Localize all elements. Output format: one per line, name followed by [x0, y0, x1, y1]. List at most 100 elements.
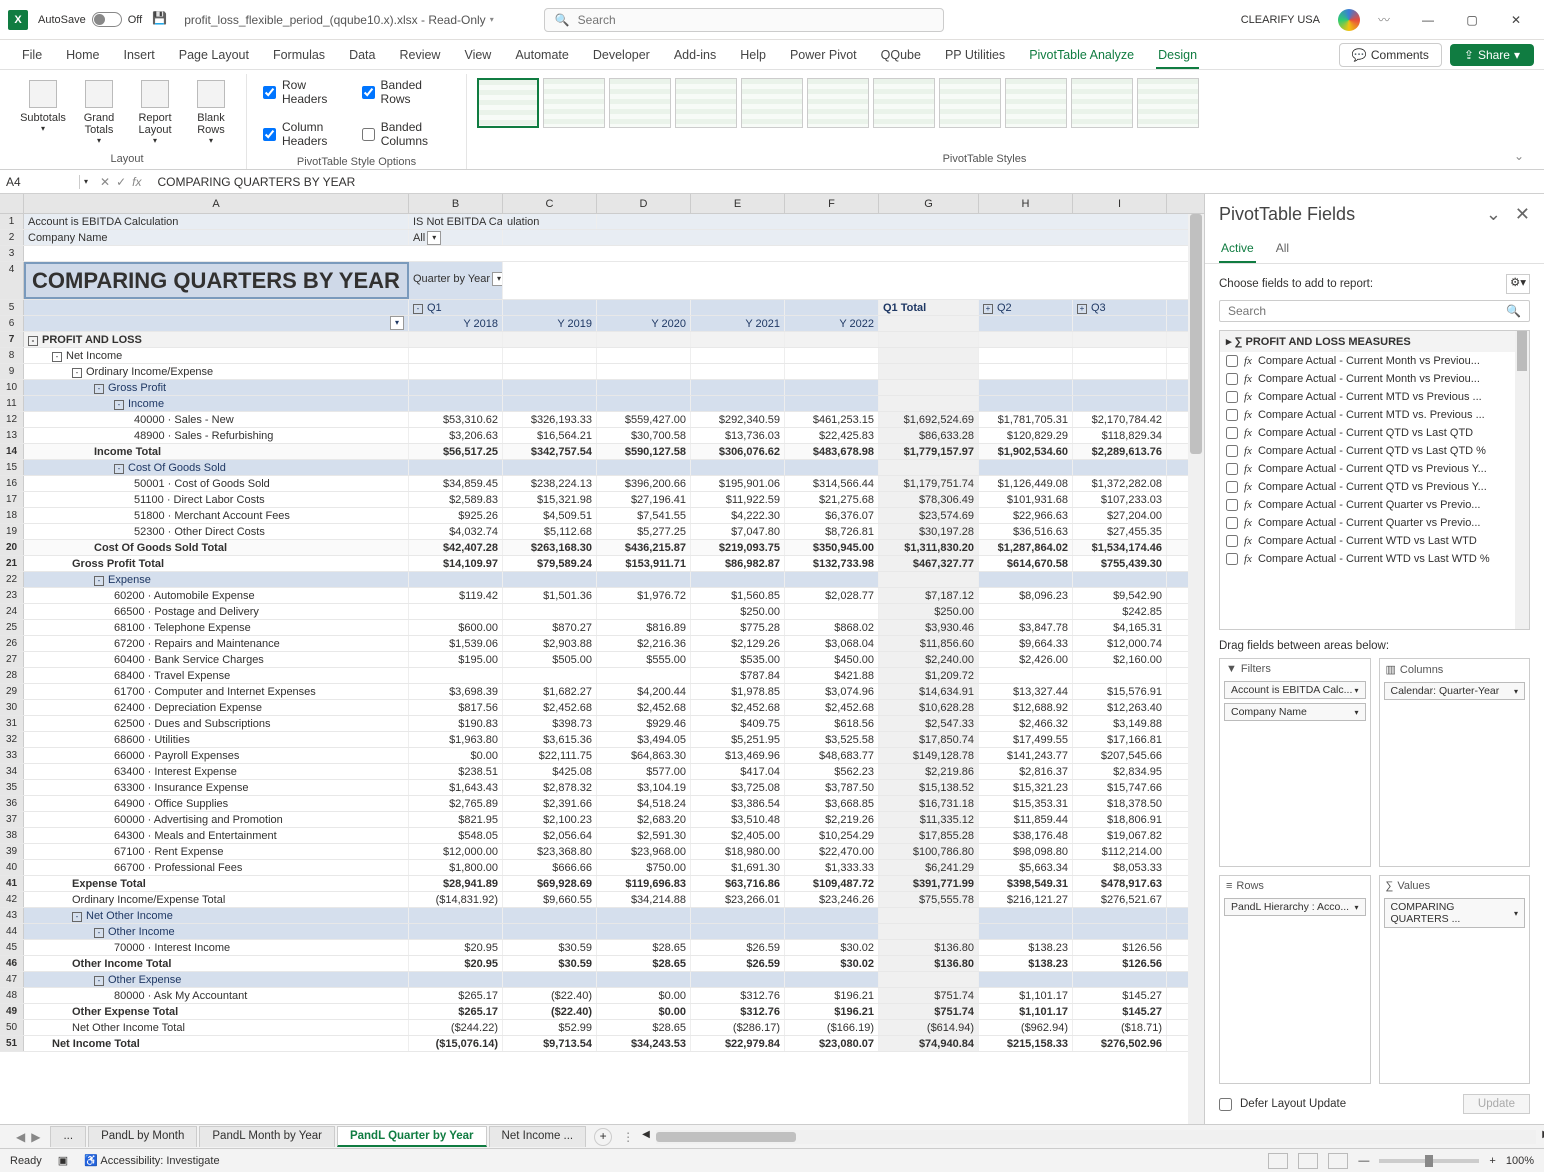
close-button[interactable]: ✕: [1496, 6, 1536, 34]
row-header[interactable]: 42: [0, 892, 24, 907]
row-header[interactable]: 35: [0, 780, 24, 795]
pane-tab-all[interactable]: All: [1274, 235, 1291, 263]
sheet-tab[interactable]: PandL Quarter by Year: [337, 1126, 487, 1147]
minimize-button[interactable]: —: [1408, 6, 1448, 34]
table-row[interactable]: 1240000 · Sales - New$53,310.62$326,193.…: [0, 412, 1204, 428]
field-checkbox[interactable]: [1226, 427, 1238, 439]
table-row[interactable]: 3563300 · Insurance Expense$1,643.43$2,8…: [0, 780, 1204, 796]
row-header[interactable]: 26: [0, 636, 24, 651]
save-icon[interactable]: 💾: [152, 11, 170, 29]
ribbon-tab-review[interactable]: Review: [387, 42, 452, 68]
row-header[interactable]: 15: [0, 460, 24, 475]
add-sheet-button[interactable]: +: [594, 1128, 612, 1146]
row-header[interactable]: 25: [0, 620, 24, 635]
row-header[interactable]: 46: [0, 956, 24, 971]
table-row[interactable]: 20Cost Of Goods Sold Total$42,407.28$263…: [0, 540, 1204, 556]
name-box[interactable]: A4: [0, 175, 80, 189]
row-header[interactable]: 16: [0, 476, 24, 491]
row-header[interactable]: 40: [0, 860, 24, 875]
table-row[interactable]: 2961700 · Computer and Internet Expenses…: [0, 684, 1204, 700]
sheet-tab[interactable]: PandL Month by Year: [199, 1126, 335, 1147]
sheet-tabs-menu-icon[interactable]: ⋮: [622, 1130, 634, 1144]
ribbon-tab-design[interactable]: Design: [1146, 42, 1209, 68]
table-row[interactable]: 1851800 · Merchant Account Fees$925.26$4…: [0, 508, 1204, 524]
table-row[interactable]: 4066700 · Professional Fees$1,800.00$666…: [0, 860, 1204, 876]
expand-collapse-icon[interactable]: -: [28, 336, 38, 346]
columns-area[interactable]: ▥Columns Calendar: Quarter-Year▾: [1379, 658, 1531, 867]
field-item[interactable]: fxCompare Actual - Current Month vs Prev…: [1220, 352, 1529, 370]
cancel-formula-icon[interactable]: ✕: [100, 175, 110, 189]
hscroll-left-icon[interactable]: ◀: [642, 1129, 650, 1140]
accept-formula-icon[interactable]: ✓: [116, 175, 126, 189]
filename-dropdown-icon[interactable]: ▾: [490, 15, 494, 24]
style-thumb[interactable]: [1005, 78, 1067, 128]
ribbon-tab-help[interactable]: Help: [728, 42, 778, 68]
table-row[interactable]: 9-Ordinary Income/Expense: [0, 364, 1204, 380]
report-layout-button[interactable]: Report Layout▾: [130, 74, 180, 145]
col-header[interactable]: F: [785, 194, 879, 213]
table-row[interactable]: 2Company Name All▾: [0, 230, 1204, 246]
defer-update-checkbox[interactable]: [1219, 1098, 1232, 1111]
subtotals-button[interactable]: Subtotals▾: [18, 74, 68, 133]
table-row[interactable]: 22-Expense: [0, 572, 1204, 588]
ribbon-tab-home[interactable]: Home: [54, 42, 111, 68]
row-filter-icon[interactable]: ▾: [390, 316, 404, 330]
expand-collapse-icon[interactable]: -: [94, 976, 104, 986]
row-header[interactable]: 28: [0, 668, 24, 683]
search-box[interactable]: 🔍: [544, 8, 944, 32]
row-header[interactable]: 23: [0, 588, 24, 603]
style-thumb[interactable]: [675, 78, 737, 128]
style-thumb[interactable]: [543, 78, 605, 128]
table-row[interactable]: 2360200 · Automobile Expense$119.42$1,50…: [0, 588, 1204, 604]
field-checkbox[interactable]: [1226, 481, 1238, 493]
row-header[interactable]: 37: [0, 812, 24, 827]
filters-area[interactable]: ▼Filters Account is EBITDA Calc...▾ Comp…: [1219, 658, 1371, 867]
zoom-in-icon[interactable]: +: [1489, 1155, 1495, 1167]
row-header[interactable]: 9: [0, 364, 24, 379]
table-row[interactable]: 44-Other Income: [0, 924, 1204, 940]
expand-collapse-icon[interactable]: -: [114, 400, 124, 410]
field-checkbox[interactable]: [1226, 355, 1238, 367]
ribbon-tab-formulas[interactable]: Formulas: [261, 42, 337, 68]
vertical-scrollbar[interactable]: [1188, 214, 1204, 1124]
rows-area[interactable]: ≡Rows PandL Hierarchy : Acco...▾: [1219, 875, 1371, 1084]
filter-value[interactable]: IS Not EBITDA Calculation▾: [409, 214, 503, 229]
quarter-dropdown[interactable]: Quarter by Year▾: [409, 262, 503, 299]
banded-columns-checkbox[interactable]: Banded Columns: [356, 116, 456, 152]
grid[interactable]: 1Account is EBITDA Calculation IS Not EB…: [0, 214, 1204, 1124]
row-header[interactable]: 36: [0, 796, 24, 811]
row-header[interactable]: 21: [0, 556, 24, 571]
ribbon-collapse-icon[interactable]: ⌄: [1502, 143, 1536, 169]
row-header[interactable]: 13: [0, 428, 24, 443]
column-headers-checkbox[interactable]: Column Headers: [257, 116, 356, 152]
field-checkbox[interactable]: [1226, 553, 1238, 565]
row-header[interactable]: 11: [0, 396, 24, 411]
ribbon-display-icon[interactable]: 〰: [1378, 11, 1390, 28]
row-header[interactable]: 1: [0, 214, 24, 229]
table-row[interactable]: 1751100 · Direct Labor Costs$2,589.83$15…: [0, 492, 1204, 508]
pane-dropdown-icon[interactable]: ⌄: [1486, 204, 1501, 225]
row-header[interactable]: 27: [0, 652, 24, 667]
table-row[interactable]: 2568100 · Telephone Expense$600.00$870.2…: [0, 620, 1204, 636]
row-header[interactable]: 8: [0, 348, 24, 363]
field-item[interactable]: fxCompare Actual - Current WTD vs Last W…: [1220, 532, 1529, 550]
table-row[interactable]: 3463400 · Interest Expense$238.51$425.08…: [0, 764, 1204, 780]
row-header[interactable]: 2: [0, 230, 24, 245]
row-header[interactable]: 32: [0, 732, 24, 747]
field-list-scrollbar[interactable]: [1515, 331, 1529, 629]
col-header[interactable]: H: [979, 194, 1073, 213]
report-title[interactable]: COMPARING QUARTERS BY YEAR: [24, 262, 409, 299]
row-header[interactable]: 47: [0, 972, 24, 987]
col-header[interactable]: C: [503, 194, 597, 213]
table-row[interactable]: 1348900 · Sales - Refurbishing$3,206.63$…: [0, 428, 1204, 444]
sheet-tab[interactable]: PandL by Month: [88, 1126, 197, 1147]
ribbon-tab-file[interactable]: File: [10, 42, 54, 68]
values-area[interactable]: ∑Values COMPARING QUARTERS ...▾: [1379, 875, 1531, 1084]
table-row[interactable]: 10-Gross Profit: [0, 380, 1204, 396]
table-row[interactable]: 3268600 · Utilities$1,963.80$3,615.36$3,…: [0, 732, 1204, 748]
table-row[interactable]: 1952300 · Other Direct Costs$4,032.74$5,…: [0, 524, 1204, 540]
col-header[interactable]: A: [24, 194, 409, 213]
expand-collapse-icon[interactable]: -: [72, 368, 82, 378]
field-item[interactable]: fxCompare Actual - Current WTD vs Last W…: [1220, 550, 1529, 568]
banded-rows-checkbox[interactable]: Banded Rows: [356, 74, 456, 110]
